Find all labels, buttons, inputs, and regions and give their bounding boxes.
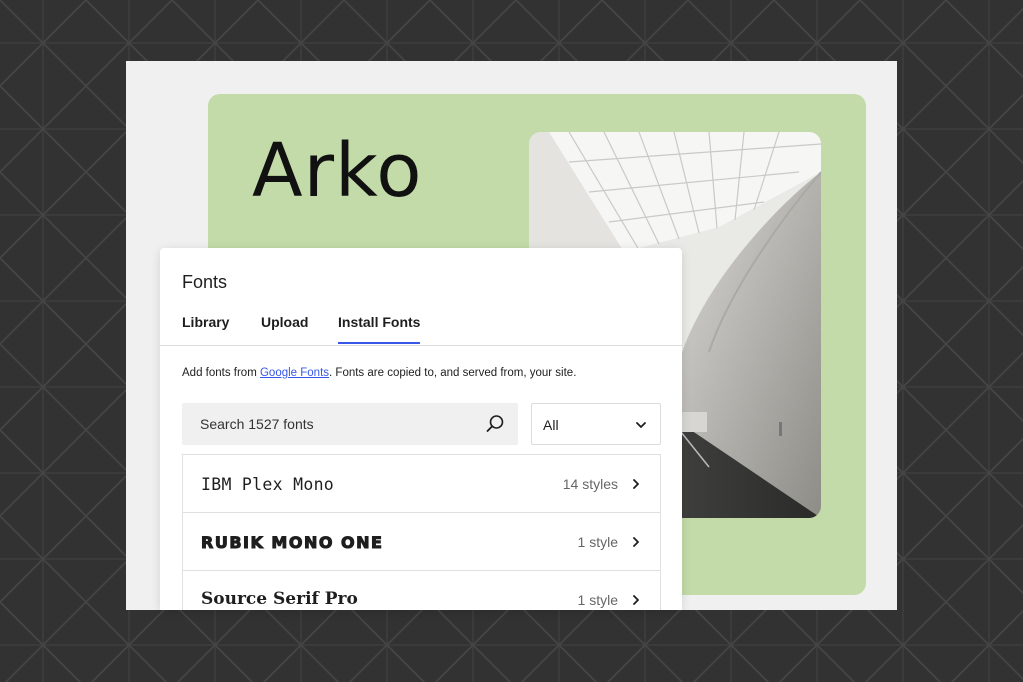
chevron-right-icon (633, 537, 639, 547)
font-style-count: 1 style (577, 534, 618, 550)
tab-upload[interactable]: Upload (261, 314, 308, 342)
font-row-source-serif-pro[interactable]: Source Serif Pro 1 style (183, 571, 660, 610)
chevron-right-icon (633, 479, 639, 489)
font-name: RUBIK MONO ONE (200, 533, 384, 553)
description-prefix: Add fonts from (182, 367, 260, 379)
search-icon[interactable] (484, 413, 506, 435)
tab-library[interactable]: Library (182, 314, 229, 342)
font-search-input[interactable]: Search 1527 fonts (182, 403, 518, 445)
font-style-count: 1 style (577, 592, 618, 608)
font-name: IBM Plex Mono (201, 475, 335, 494)
chevron-down-icon (636, 422, 646, 428)
chevron-right-icon (633, 595, 639, 605)
font-row-ibm-plex-mono[interactable]: IBM Plex Mono 14 styles (183, 455, 660, 513)
modal-title: Fonts (182, 272, 228, 292)
tab-install-fonts[interactable]: Install Fonts (338, 314, 421, 344)
description-suffix: . Fonts are copied to, and served from, … (329, 367, 577, 379)
font-row-rubik-mono-one[interactable]: RUBIK MONO ONE 1 style (183, 513, 660, 571)
fonts-modal: Fonts Library Upload Install Fonts Add f… (160, 248, 682, 610)
google-fonts-link[interactable]: Google Fonts (260, 367, 329, 379)
font-style-count: 14 styles (562, 476, 618, 492)
category-select-value: All (543, 417, 559, 433)
font-name: Source Serif Pro (201, 589, 358, 609)
install-description: Add fonts from Google Fonts. Fonts are c… (182, 367, 576, 379)
font-list: IBM Plex Mono 14 styles RUBIK MONO ONE 1… (182, 454, 661, 610)
category-select[interactable]: All (531, 403, 661, 445)
search-placeholder: Search 1527 fonts (200, 416, 314, 432)
tab-bar: Library Upload Install Fonts (160, 306, 682, 346)
hero-title: Arko (252, 128, 423, 214)
